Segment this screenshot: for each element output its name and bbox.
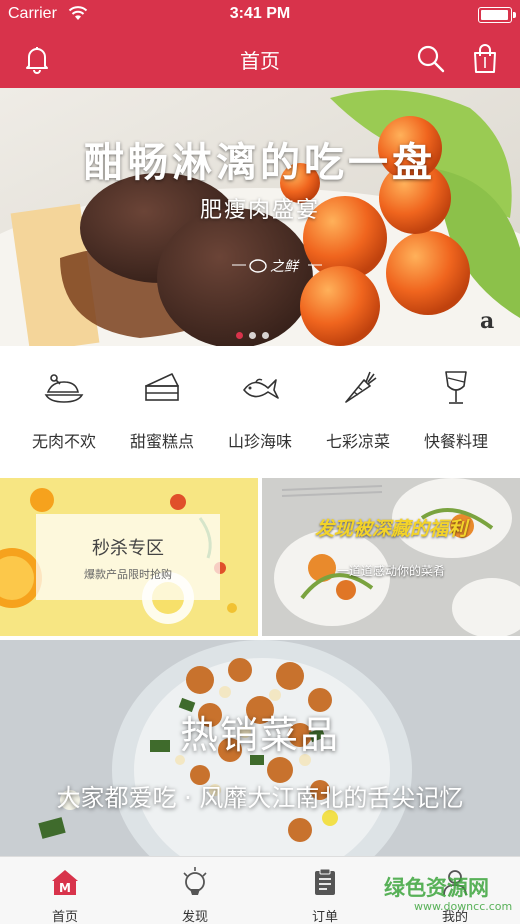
category-label: 山珍海味 <box>227 432 292 451</box>
discover-tile[interactable]: 发现被深藏的福利 一道道感动你的菜肴 <box>262 478 520 636</box>
carousel-dot[interactable] <box>249 332 256 339</box>
category-label: 七彩凉菜 <box>325 432 390 451</box>
navigation-bar: 首页 <box>0 30 520 88</box>
carousel-dot[interactable] <box>236 332 243 339</box>
watermark-url: www.downcc.com <box>414 900 513 913</box>
fish-icon <box>243 378 279 399</box>
discover-title: 发现被深藏的福利 <box>314 518 467 540</box>
category-label: 甜蜜糕点 <box>129 432 194 451</box>
carrot-icon <box>345 371 377 403</box>
discover-subtitle: 一道道感动你的菜肴 <box>336 564 445 578</box>
category-row: 无肉不欢 甜蜜糕点 山珍海味 七彩凉菜 快餐料理 <box>0 346 520 478</box>
chicken-icon <box>44 374 84 403</box>
svg-text:a: a <box>480 308 494 334</box>
category-fast-food[interactable]: 快餐料理 <box>406 368 506 458</box>
category-cake[interactable]: 甜蜜糕点 <box>112 368 212 458</box>
shopping-bag-icon[interactable] <box>468 42 502 76</box>
battery-icon <box>478 7 516 23</box>
hero-subtitle: 肥瘦肉盛宴 <box>199 198 320 223</box>
watermark-name: 绿色资源网 <box>384 876 489 900</box>
battery-level <box>481 10 508 20</box>
svg-text:M: M <box>59 881 71 895</box>
tab-label: 首页 <box>51 910 78 924</box>
category-meat[interactable]: 无肉不欢 <box>14 368 114 458</box>
search-icon[interactable] <box>414 42 448 76</box>
top-bar: Carrier 3:41 PM 首页 <box>0 0 520 88</box>
home-icon: M <box>52 870 78 895</box>
flash-sale-subtitle: 爆款产品限时抢购 <box>84 568 172 581</box>
status-bar: Carrier 3:41 PM <box>0 0 520 30</box>
hot-dishes-subtitle: 大家都爱吃 · 风靡大江南北的舌尖记忆 <box>56 784 464 812</box>
discover-icon <box>183 867 207 895</box>
tab-label: 订单 <box>311 910 338 924</box>
order-icon <box>315 868 335 895</box>
hero-title: 酣畅淋漓的吃一盘 <box>84 140 436 186</box>
hot-dishes-title: 热销菜品 <box>179 713 340 757</box>
category-label: 快餐料理 <box>423 432 488 451</box>
flash-sale-card: 秒杀专区 爆款产品限时抢购 <box>36 514 220 600</box>
hot-dishes-banner[interactable]: 热销菜品 大家都爱吃 · 风靡大江南北的舌尖记忆 <box>0 640 520 856</box>
flash-sale-tile[interactable]: 秒杀专区 爆款产品限时抢购 <box>0 478 258 636</box>
cake-icon <box>145 373 179 401</box>
category-seafood[interactable]: 山珍海味 <box>210 368 310 458</box>
tab-orders[interactable]: 订单 <box>260 857 390 924</box>
svg-text:之鲜: 之鲜 <box>270 259 300 275</box>
brand-logo: 之鲜 <box>232 259 322 275</box>
clock: 3:41 PM <box>229 5 291 22</box>
hero-banner[interactable]: a 酣畅淋漓的吃一盘 肥瘦肉盛宴 之鲜 <box>0 88 520 346</box>
category-label: 无肉不欢 <box>31 432 96 451</box>
tab-discover[interactable]: 发现 <box>130 857 260 924</box>
carousel-dot[interactable] <box>262 332 269 339</box>
wine-glass-icon <box>445 371 467 404</box>
carousel-indicator[interactable] <box>236 332 286 340</box>
category-cold-dishes[interactable]: 七彩凉菜 <box>308 368 408 458</box>
tab-label: 发现 <box>181 910 208 924</box>
flash-sale-title: 秒杀专区 <box>92 538 164 559</box>
discover-photo <box>262 478 520 636</box>
watermark: 绿色资源网 www.downcc.com <box>384 868 520 924</box>
tab-home[interactable]: M 首页 <box>0 857 130 924</box>
